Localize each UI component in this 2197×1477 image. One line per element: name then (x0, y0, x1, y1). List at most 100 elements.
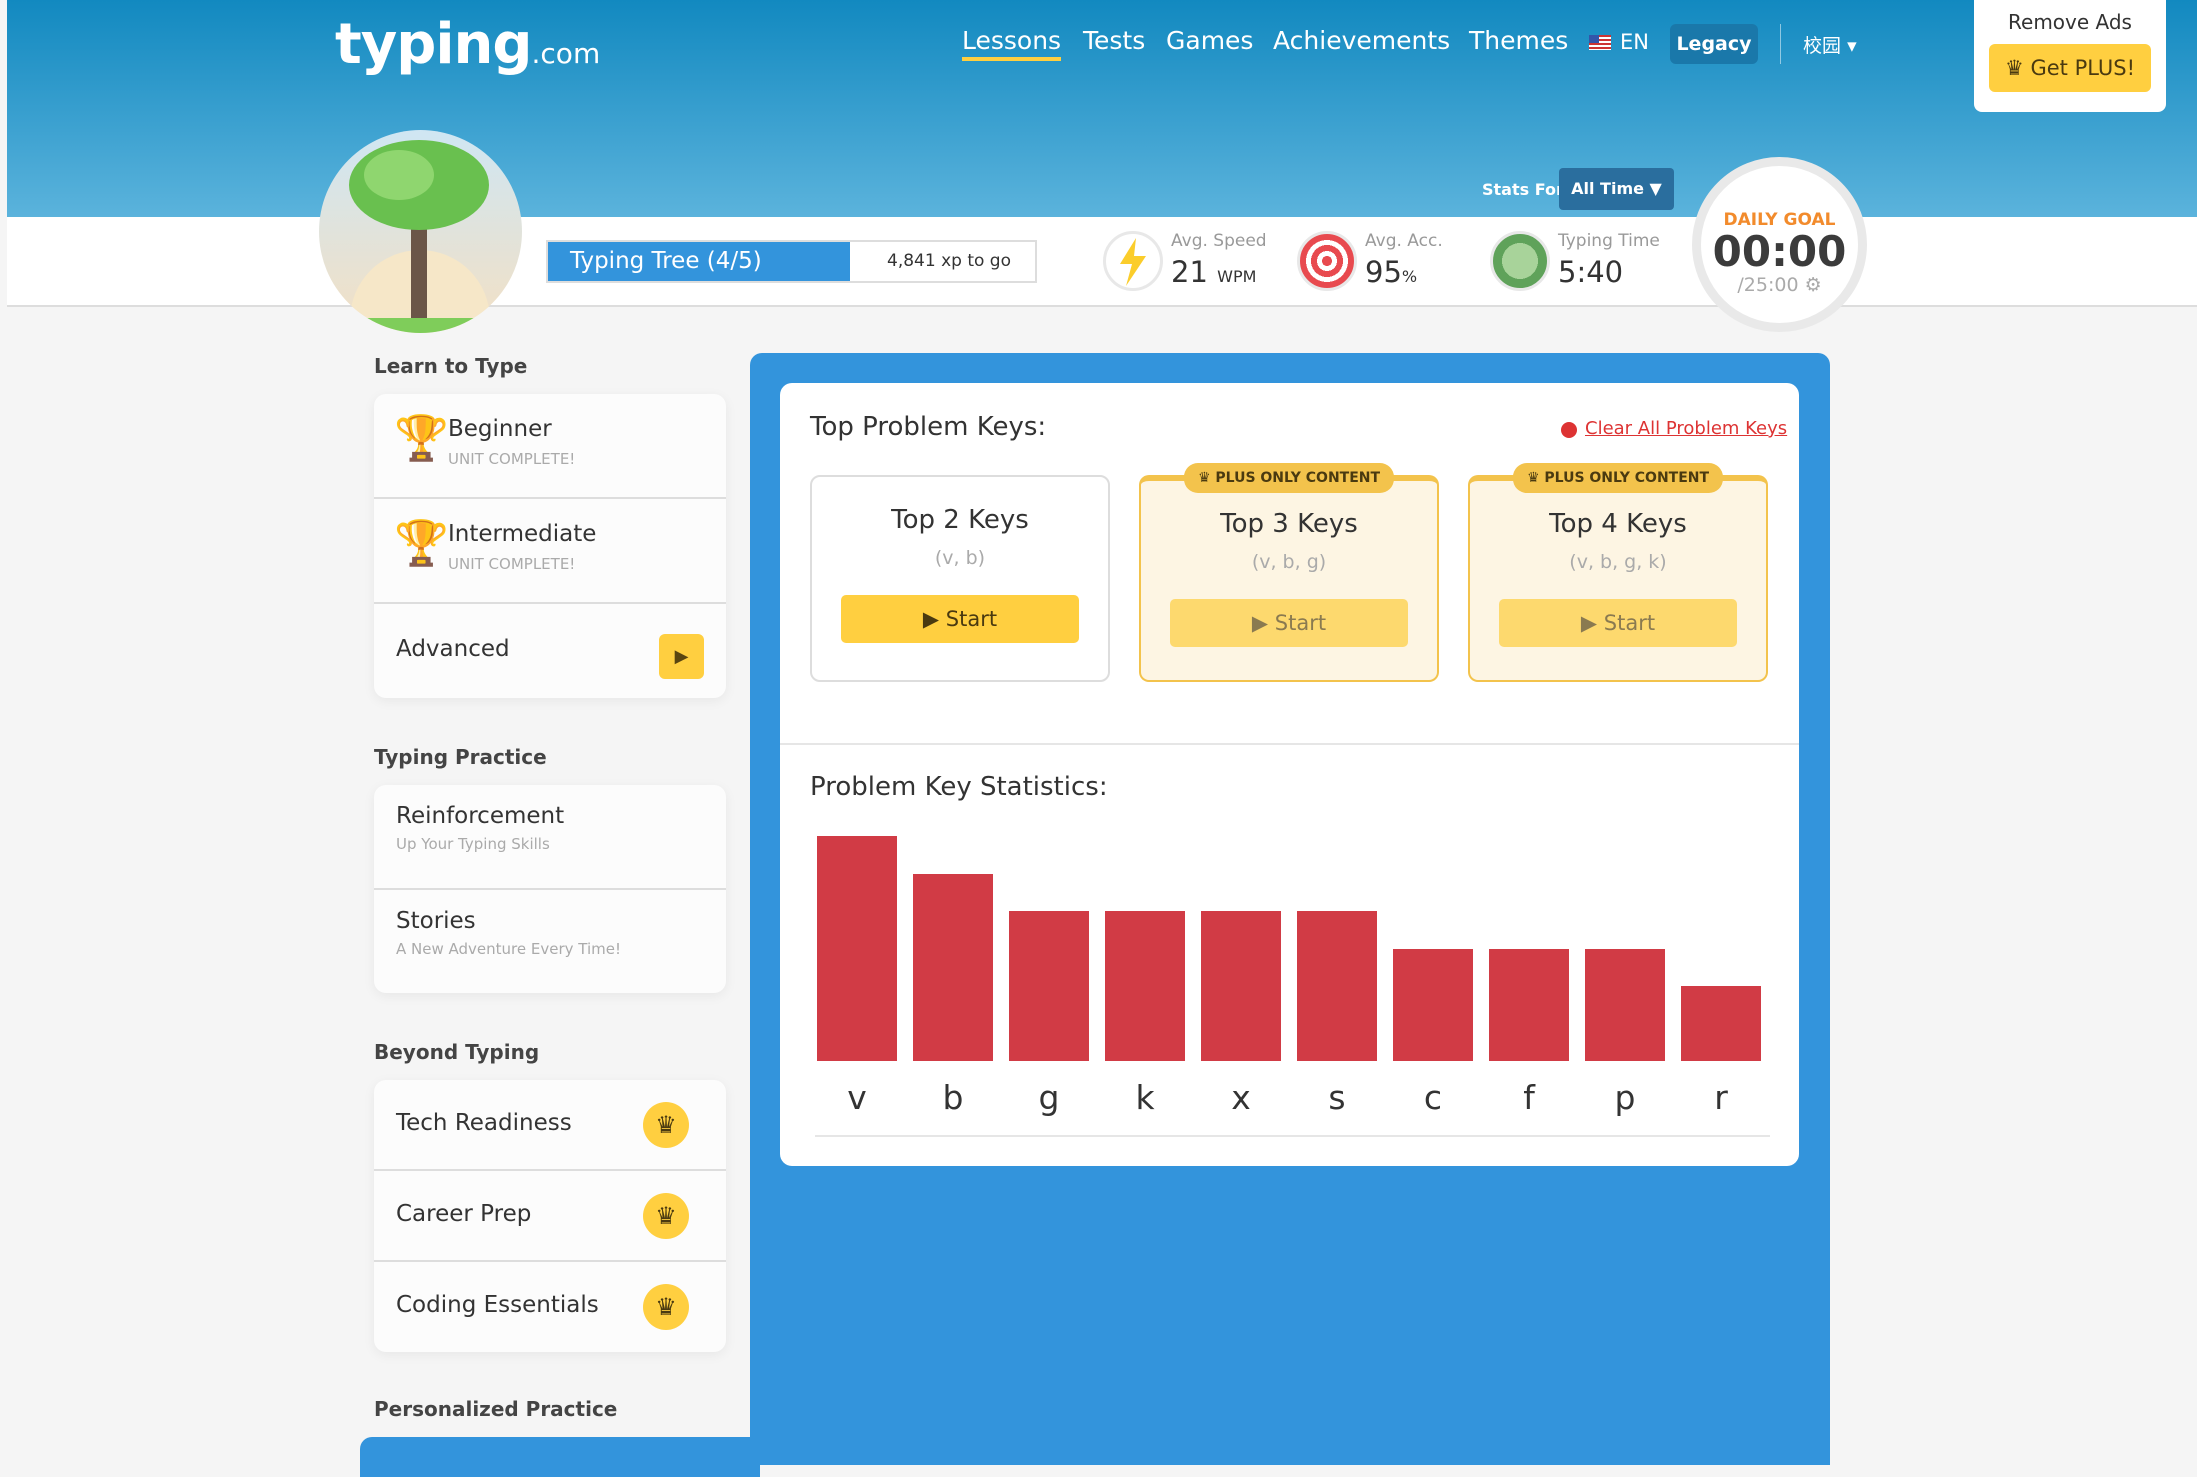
bar-c (1393, 948, 1473, 1061)
badge-label: PLUS ONLY CONTENT (1215, 470, 1381, 486)
bar-label: r (1681, 1061, 1761, 1135)
start-label: Start (1603, 611, 1656, 635)
clear-problem-keys-link[interactable]: Clear All Problem Keys (1585, 418, 1787, 439)
typing-practice-heading: Typing Practice (374, 745, 547, 769)
chevron-down-icon: ▾ (1847, 35, 1857, 57)
plus-only-badge: ♛ PLUS ONLY CONTENT (1512, 463, 1724, 493)
typing-time-label: Typing Time (1558, 231, 1660, 251)
item-name: Tech Readiness (396, 1110, 572, 1136)
tree-icon (319, 140, 522, 333)
crown-icon: ♛ (2004, 56, 2024, 80)
bar-x (1201, 911, 1281, 1061)
top-4-keys-card: ♛ PLUS ONLY CONTENT Top 4 Keys (v, b, g,… (1468, 463, 1768, 682)
nav-themes[interactable]: Themes (1469, 26, 1568, 55)
stats-for-dropdown[interactable]: All Time ▼ (1559, 168, 1674, 210)
get-plus-label: Get PLUS! (2030, 56, 2136, 80)
item-name: Reinforcement (396, 803, 565, 829)
play-button[interactable]: ▶ (659, 634, 704, 679)
item-name: Beginner (448, 416, 552, 442)
nav-tests[interactable]: Tests (1083, 26, 1145, 55)
accuracy-value: 95 (1365, 255, 1402, 289)
school-menu[interactable]: 校园 ▾ (1803, 31, 1857, 58)
bar-label: c (1393, 1061, 1473, 1135)
card-title: Top 2 Keys (891, 505, 1029, 535)
bar-label: k (1105, 1061, 1185, 1135)
bar-f (1489, 948, 1569, 1061)
bar-g (1009, 911, 1089, 1061)
logo[interactable]: typing.com (335, 12, 600, 77)
top-problem-keys-title: Top Problem Keys: (810, 412, 1047, 442)
start-label: Start (1274, 611, 1327, 635)
stats-for-label: Stats For: (1482, 180, 1571, 199)
trophy-icon: 🏆 (394, 413, 449, 464)
sidebar-item-coding-essentials[interactable]: Coding Essentials ♛ (374, 1262, 726, 1352)
bar-label: s (1297, 1061, 1377, 1135)
sidebar-item-tech-readiness[interactable]: Tech Readiness ♛ (374, 1080, 726, 1171)
item-name: Advanced (396, 636, 510, 662)
bar-k (1105, 911, 1185, 1061)
sidebar-item-career-prep[interactable]: Career Prep ♛ (374, 1171, 726, 1262)
item-subtitle: A New Adventure Every Time! (396, 940, 621, 958)
caret-down-icon: ▼ (1649, 179, 1662, 198)
learn-to-type-card: 🏆 Beginner UNIT COMPLETE! 🏆 Intermediate… (374, 394, 726, 698)
bar-label: g (1009, 1061, 1089, 1135)
personalized-practice-panel (360, 1437, 760, 1477)
learn-to-type-heading: Learn to Type (374, 354, 528, 378)
start-label: Start (945, 607, 998, 631)
get-plus-button[interactable]: ♛ Get PLUS! (1989, 44, 2151, 92)
card-keys: (v, b, g) (1251, 551, 1327, 573)
bar-r (1681, 986, 1761, 1061)
level-progress-fill: Typing Tree (4/5) (548, 242, 850, 281)
card-keys: (v, b, g, k) (1569, 551, 1667, 573)
crown-icon: ♛ (1197, 470, 1211, 486)
avatar[interactable] (319, 130, 522, 333)
start-button[interactable]: ▶ Start (841, 595, 1079, 643)
divider (780, 743, 1799, 745)
nav-games[interactable]: Games (1166, 26, 1253, 55)
sidebar-item-reinforcement[interactable]: Reinforcement Up Your Typing Skills (374, 785, 726, 890)
play-icon: ▶ (1251, 611, 1269, 635)
item-name: Career Prep (396, 1201, 532, 1227)
school-label: 校园 (1803, 35, 1842, 57)
item-name: Intermediate (448, 521, 597, 547)
typing-time-value: 5:40 (1558, 255, 1624, 289)
remove-icon (1561, 422, 1577, 438)
legacy-button[interactable]: Legacy (1670, 24, 1758, 64)
nav-achievements[interactable]: Achievements (1273, 26, 1450, 55)
bar-p (1585, 948, 1665, 1061)
nav-lessons[interactable]: Lessons (962, 26, 1062, 61)
bar-s (1297, 911, 1377, 1061)
speed-unit: WPM (1217, 267, 1257, 286)
start-button[interactable]: ▶ Start (1170, 599, 1408, 647)
daily-goal-target: /25:00 (1737, 274, 1799, 296)
sidebar-item-beginner[interactable]: 🏆 Beginner UNIT COMPLETE! (374, 394, 726, 499)
card-title: Top 4 Keys (1549, 509, 1687, 539)
sidebar-item-stories[interactable]: Stories A New Adventure Every Time! (374, 890, 726, 993)
lightning-icon (1103, 231, 1163, 291)
crown-icon: ♛ (643, 1284, 689, 1330)
sidebar-item-intermediate[interactable]: 🏆 Intermediate UNIT COMPLETE! (374, 499, 726, 604)
card-keys: (v, b) (934, 547, 986, 569)
remove-ads-box: Remove Ads ♛ Get PLUS! (1974, 0, 2166, 112)
stats-for-value: All Time (1571, 179, 1644, 198)
bar-label: v (817, 1061, 897, 1135)
sidebar-item-advanced[interactable]: Advanced ▶ (374, 604, 726, 698)
speed-value: 21 (1171, 255, 1208, 289)
language-selector[interactable]: EN (1620, 30, 1649, 54)
problem-key-statistics-title: Problem Key Statistics: (810, 772, 1108, 802)
divider (1780, 24, 1781, 64)
item-name: Coding Essentials (396, 1292, 599, 1318)
gear-icon[interactable]: ⚙ (1805, 274, 1822, 296)
accuracy-unit: % (1401, 267, 1418, 286)
item-status: UNIT COMPLETE! (448, 450, 576, 468)
badge-label: PLUS ONLY CONTENT (1544, 470, 1710, 486)
daily-goal-value: 00:00 (1712, 227, 1847, 276)
daily-goal[interactable]: DAILY GOAL 00:00 /25:00 ⚙ (1692, 157, 1867, 332)
top-2-keys-card: Top 2 Keys (v, b) ▶ Start (810, 475, 1110, 682)
us-flag-icon (1589, 35, 1611, 50)
crown-icon: ♛ (643, 1102, 689, 1148)
target-icon (1297, 231, 1357, 291)
beyond-typing-heading: Beyond Typing (374, 1040, 540, 1064)
start-button[interactable]: ▶ Start (1499, 599, 1737, 647)
bar-label: x (1201, 1061, 1281, 1135)
